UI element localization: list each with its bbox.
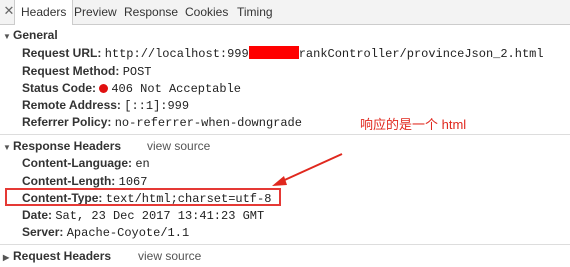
section-title: Response Headers	[13, 139, 122, 153]
section-request-headers-header[interactable]: ▶ Request Headers	[0, 247, 111, 265]
header-key: Status Code:	[22, 81, 97, 95]
header-value: Apache-Coyote/1.1	[66, 226, 190, 240]
view-source-link[interactable]: view source	[138, 249, 201, 263]
header-key: Referrer Policy:	[22, 115, 112, 129]
header-key: Remote Address:	[22, 98, 121, 112]
status-error-icon	[99, 84, 109, 93]
triangle-down-icon: ▼	[3, 32, 11, 41]
status-code-row: Status Code: 406 Not Acceptable	[22, 80, 241, 97]
content-type-highlight-box	[5, 188, 281, 206]
server-row: Server: Apache-Coyote/1.1	[22, 224, 189, 241]
header-value: http://localhost:999	[104, 47, 249, 61]
header-value: Sat, 23 Dec 2017 13:41:23 GMT	[55, 209, 265, 223]
tab-preview[interactable]: Preview	[68, 0, 123, 24]
header-value: 1067	[118, 175, 148, 189]
section-title: General	[13, 28, 58, 42]
redaction-mark	[248, 46, 299, 59]
header-value: rankController/provinceJson_2.html	[298, 47, 544, 61]
header-value: [::1]:999	[124, 99, 190, 113]
header-value: POST	[122, 65, 152, 79]
tab-headers[interactable]: Headers	[14, 0, 74, 25]
section-title: Request Headers	[13, 249, 112, 263]
referrer-policy-row: Referrer Policy: no-referrer-when-downgr…	[22, 114, 302, 131]
header-value: en	[135, 157, 150, 171]
header-value: no-referrer-when-downgrade	[114, 116, 302, 130]
annotation-arrow-icon	[272, 153, 343, 186]
header-value: 406 Not Acceptable	[111, 82, 241, 96]
header-key: Date:	[22, 208, 53, 222]
header-key: Content-Length:	[22, 174, 116, 188]
triangle-right-icon: ▶	[3, 253, 10, 262]
section-divider	[0, 244, 570, 245]
section-response-headers-header[interactable]: ▼ Response Headers	[0, 137, 121, 155]
request-url-row: Request URL: http://localhost:999 rankCon…	[22, 45, 544, 62]
remote-address-row: Remote Address: [::1]:999	[22, 97, 189, 114]
content-language-row: Content-Language: en	[22, 155, 150, 172]
devtools-tab-bar: ✕ Headers Preview Response Cookies Timin…	[0, 0, 570, 25]
header-key: Server:	[22, 225, 64, 239]
tab-cookies[interactable]: Cookies	[179, 0, 234, 24]
tab-response[interactable]: Response	[118, 0, 184, 24]
request-method-row: Request Method: POST	[22, 63, 152, 80]
view-source-link[interactable]: view source	[147, 139, 210, 153]
section-divider	[0, 134, 570, 135]
triangle-down-icon: ▼	[3, 143, 11, 152]
section-general-header[interactable]: ▼ General	[0, 26, 58, 44]
annotation-text: 响应的是一个 html	[360, 117, 467, 132]
header-key: Request URL:	[22, 46, 102, 60]
header-key: Request Method:	[22, 64, 120, 78]
header-key: Content-Language:	[22, 156, 132, 170]
tab-timing[interactable]: Timing	[231, 0, 279, 24]
date-row: Date: Sat, 23 Dec 2017 13:41:23 GMT	[22, 207, 264, 224]
